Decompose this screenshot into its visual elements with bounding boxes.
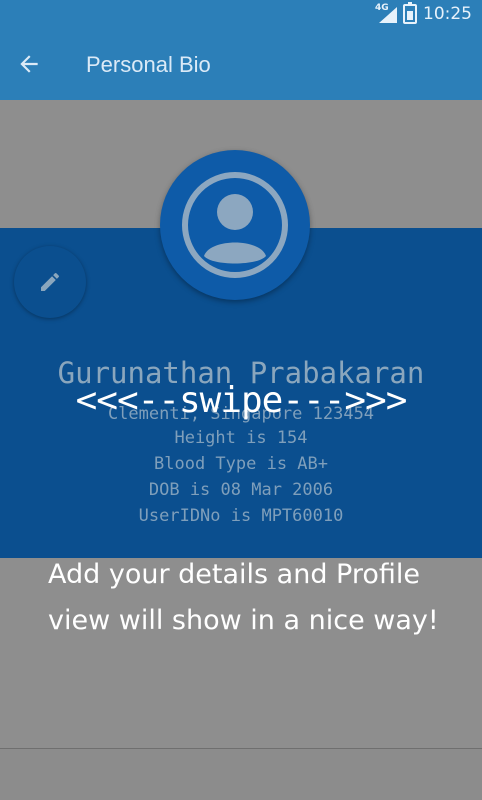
- tutorial-message: Add your details and Profile view will s…: [48, 559, 439, 636]
- bottom-bar: [0, 749, 482, 800]
- pencil-icon: [41, 272, 60, 291]
- signal-icon: 4G: [375, 3, 397, 23]
- edit-button[interactable]: [14, 246, 86, 318]
- arrow-left-icon[interactable]: [16, 51, 42, 77]
- profile-user-id: UserIDNo is MPT60010: [138, 506, 344, 526]
- status-time: 10:25: [423, 4, 472, 24]
- avatar[interactable]: [160, 150, 310, 300]
- profile-height: Height is 154: [174, 428, 308, 448]
- swipe-hint: <<<--swipe--->>>: [75, 380, 408, 421]
- page-title: Personal Bio: [86, 52, 211, 77]
- account-circle-icon: [182, 172, 288, 278]
- profile-blood-type: Blood Type is AB+: [154, 454, 328, 474]
- app-bar: Personal Bio: [0, 28, 482, 100]
- profile-dob: DOB is 08 Mar 2006: [148, 480, 334, 500]
- battery-icon: [403, 2, 417, 24]
- status-bar: 4G 10:25: [0, 0, 482, 28]
- status-icons: 4G 10:25: [375, 2, 472, 25]
